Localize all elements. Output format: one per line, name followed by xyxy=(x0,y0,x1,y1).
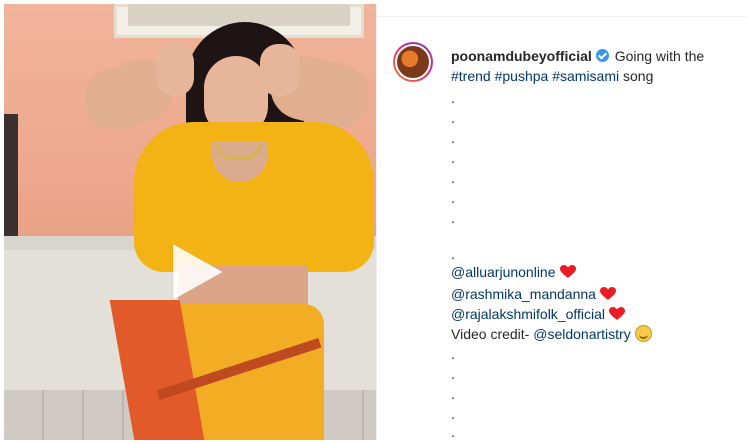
instagram-post: poonamdubeyofficial Going with the #tren… xyxy=(0,0,749,444)
verified-badge-icon xyxy=(595,49,609,62)
caption-dot: . xyxy=(451,170,455,186)
caption-dot: . xyxy=(451,150,455,166)
caption-dot: . xyxy=(451,386,455,402)
caption-dot: . xyxy=(451,246,455,262)
red-heart-icon xyxy=(559,265,576,278)
caption-dot: . xyxy=(451,346,455,362)
red-heart-icon xyxy=(609,307,626,320)
video-player[interactable] xyxy=(4,4,376,440)
play-icon xyxy=(172,243,224,301)
caption-panel: poonamdubeyofficial Going with the #tren… xyxy=(376,4,746,440)
caption-dot: . xyxy=(451,424,455,440)
caption-dot: . xyxy=(451,90,455,106)
caption-dot: . xyxy=(451,130,455,146)
smiling-face-icon xyxy=(634,325,652,342)
hashtag-trend[interactable]: #trend xyxy=(451,68,491,84)
credit-line: Video credit- @seldonartistry xyxy=(451,324,652,344)
post-caption: poonamdubeyofficial Going with the #tren… xyxy=(451,46,741,86)
mention-rajalakshmifolk-official[interactable]: @rajalakshmifolk_official xyxy=(451,306,605,322)
mention-alluarjunonline[interactable]: @alluarjunonline xyxy=(451,264,556,280)
red-heart-icon xyxy=(599,287,616,300)
hashtag-pushpa[interactable]: #pushpa xyxy=(495,68,549,84)
caption-dot: . xyxy=(451,406,455,422)
caption-tail: song xyxy=(623,68,654,84)
mention-line: @rajalakshmifolk_official xyxy=(451,304,626,324)
credit-label: Video credit- xyxy=(451,326,530,342)
caption-text: Going with the xyxy=(614,48,705,64)
play-button[interactable] xyxy=(159,236,231,308)
hashtag-samisami[interactable]: #samisami xyxy=(552,68,619,84)
mention-rashmika-mandanna[interactable]: @rashmika_mandanna xyxy=(451,286,596,302)
mention-line: @alluarjunonline xyxy=(451,262,576,282)
caption-dot: . xyxy=(451,210,455,226)
avatar[interactable] xyxy=(393,42,433,82)
caption-dot: . xyxy=(451,110,455,126)
username-link[interactable]: poonamdubeyofficial xyxy=(451,48,592,64)
mention-line: @rashmika_mandanna xyxy=(451,284,616,304)
credit-handle[interactable]: @seldonartistry xyxy=(533,326,630,342)
caption-dot: . xyxy=(451,190,455,206)
caption-dot: . xyxy=(451,366,455,382)
